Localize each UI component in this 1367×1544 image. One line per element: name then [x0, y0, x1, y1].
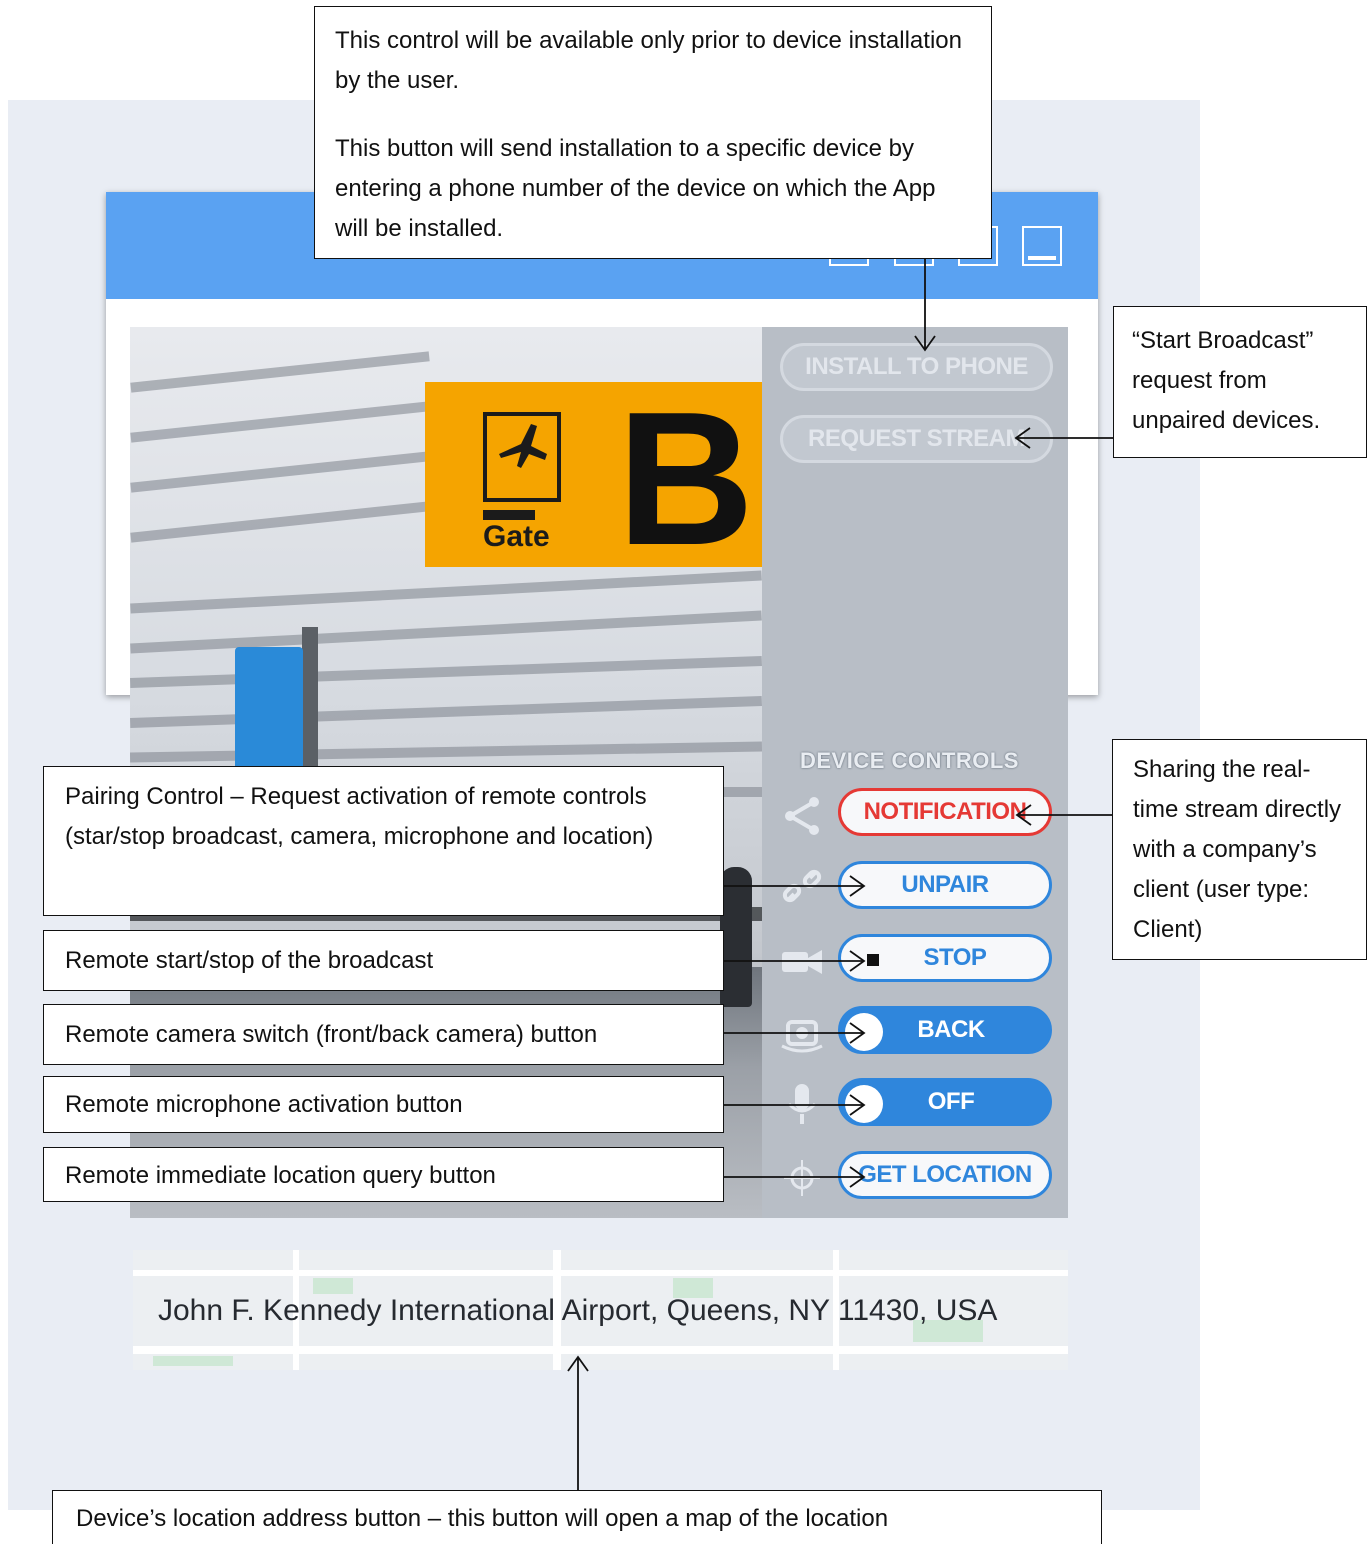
callout-pairing: Pairing Control – Request activation of … — [43, 766, 724, 916]
toggle-knob — [845, 1085, 883, 1123]
camera-switch-icon — [781, 1020, 823, 1053]
person — [720, 867, 752, 1007]
location-address-button[interactable]: John F. Kennedy International Airport, Q… — [133, 1250, 1068, 1370]
get-location-button[interactable]: GET LOCATION — [838, 1151, 1052, 1199]
callout-address-button: Device’s location address button – this … — [52, 1490, 1102, 1544]
callout-camera: Remote camera switch (front/back camera)… — [43, 1004, 724, 1065]
gate-bar — [483, 510, 535, 520]
microphone-off-toggle[interactable]: OFF — [838, 1078, 1052, 1126]
callout-install-line1: This control will be available only prio… — [335, 27, 962, 94]
notification-button[interactable]: NOTIFICATION — [838, 788, 1052, 836]
unpair-button[interactable]: UNPAIR — [838, 861, 1052, 909]
device-controls-title: DEVICE CONTROLS — [800, 748, 1019, 773]
install-to-phone-button[interactable]: INSTALL TO PHONE — [780, 343, 1053, 391]
microphone-icon — [787, 1084, 817, 1124]
stop-label: STOP — [923, 944, 987, 971]
video-camera-icon — [782, 950, 822, 974]
request-stream-button[interactable]: REQUEST STREAM — [780, 415, 1053, 463]
callout-install: This control will be available only prio… — [314, 6, 992, 259]
kiosk-post — [302, 627, 318, 787]
callout-install-line2: This button will send installation to a … — [335, 135, 936, 242]
link-icon — [782, 869, 822, 903]
map-park — [153, 1356, 233, 1366]
location-address: John F. Kennedy International Airport, Q… — [158, 1294, 998, 1327]
gate-word: Gate — [483, 520, 550, 553]
map-road — [133, 1346, 1068, 1354]
off-label: OFF — [927, 1088, 975, 1115]
callout-broadcast: Remote start/stop of the broadcast — [43, 930, 724, 991]
airplane-icon — [499, 424, 547, 468]
maximize-icon[interactable] — [1022, 226, 1062, 266]
back-label: BACK — [917, 1016, 985, 1043]
info-kiosk — [235, 647, 303, 777]
share-icon — [785, 797, 819, 835]
callout-location-query: Remote immediate location query button — [43, 1147, 724, 1202]
gate-sign: Gate B — [425, 382, 762, 574]
callout-request-stream: “Start Broadcast” request from unpaired … — [1113, 306, 1367, 458]
camera-back-toggle[interactable]: BACK — [838, 1006, 1052, 1054]
crosshair-icon — [784, 1160, 820, 1196]
callout-notification: Sharing the real-time stream directly wi… — [1112, 739, 1367, 960]
stop-button[interactable]: STOP — [838, 934, 1052, 982]
gate-letter: B — [617, 373, 755, 585]
map-road — [133, 1270, 1068, 1276]
map-park — [313, 1278, 353, 1294]
callout-microphone: Remote microphone activation button — [43, 1076, 724, 1133]
toggle-knob — [845, 1013, 883, 1051]
stop-square-icon — [867, 954, 879, 966]
